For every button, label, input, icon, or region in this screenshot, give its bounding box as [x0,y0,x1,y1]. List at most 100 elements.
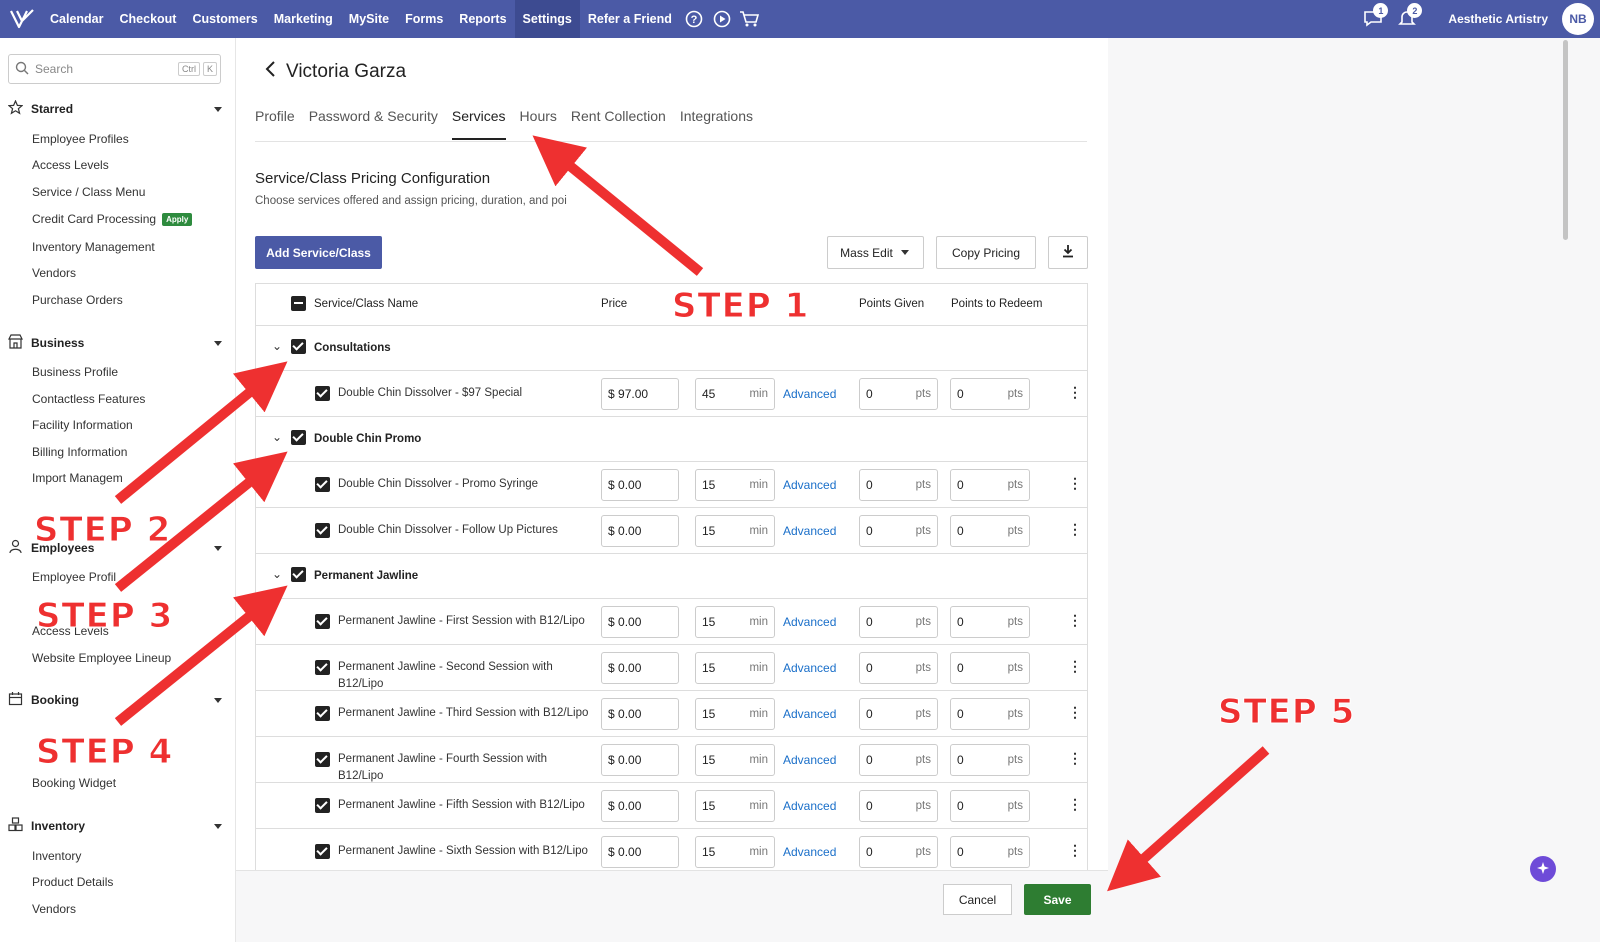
duration-input[interactable]: 15 min [695,790,775,822]
apply-badge[interactable]: Apply [162,213,193,227]
duration-input[interactable]: 15 min [695,652,775,684]
more-options-icon[interactable]: ⋮ [1068,384,1082,401]
tab-password-security[interactable]: Password & Security [309,108,438,140]
more-options-icon[interactable]: ⋮ [1068,796,1082,813]
nav-checkout[interactable]: Checkout [112,0,185,38]
cart-icon[interactable] [736,0,764,38]
price-input[interactable]: $ 0.00 [601,790,679,822]
service-checkbox[interactable] [315,386,330,401]
price-input[interactable]: $ 0.00 [601,836,679,868]
points-given-input[interactable]: 0 pts [859,606,938,638]
points-given-input[interactable]: 0 pts [859,515,938,547]
assistant-chat-button[interactable] [1530,856,1556,882]
select-all-checkbox[interactable] [291,296,306,311]
tab-services[interactable]: Services [451,108,506,140]
save-button[interactable]: Save [1024,884,1091,915]
service-checkbox[interactable] [315,844,330,859]
points-redeem-input[interactable]: 0 pts [950,378,1030,410]
points-given-input[interactable]: 0 pts [859,744,938,776]
points-redeem-input[interactable]: 0 pts [950,515,1030,547]
more-options-icon[interactable]: ⋮ [1068,750,1082,767]
download-button[interactable] [1048,236,1088,269]
tab-rent-collection[interactable]: Rent Collection [571,108,666,140]
mass-edit-dropdown[interactable]: Mass Edit [827,236,924,269]
section-starred[interactable]: Starred [7,99,224,119]
tab-profile[interactable]: Profile [255,108,295,140]
sidebar-item-employee-profiles-2[interactable]: Employee Profil [32,570,116,584]
sidebar-item-import-management[interactable]: Import Managem [32,471,123,485]
sidebar-item-credit-card-processing[interactable]: Credit Card Processing Apply [32,212,193,227]
advanced-link[interactable]: Advanced [783,615,836,629]
points-given-input[interactable]: 0 pts [859,378,938,410]
nav-forms[interactable]: Forms [397,0,451,38]
sidebar-item-inventory[interactable]: Inventory [32,849,81,863]
sidebar-item-vendors[interactable]: Vendors [32,266,76,280]
service-checkbox[interactable] [315,706,330,721]
back-arrow-icon[interactable] [264,60,276,84]
advanced-link[interactable]: Advanced [783,845,836,859]
more-options-icon[interactable]: ⋮ [1068,612,1082,629]
price-input[interactable]: $ 0.00 [601,698,679,730]
sidebar-item-facility-information[interactable]: Facility Information [32,418,133,432]
duration-input[interactable]: 15 min [695,744,775,776]
sidebar-item-billing-information[interactable]: Billing Information [32,445,127,459]
points-given-input[interactable]: 0 pts [859,836,938,868]
nav-marketing[interactable]: Marketing [266,0,341,38]
points-redeem-input[interactable]: 0 pts [950,790,1030,822]
service-checkbox[interactable] [315,752,330,767]
sidebar-item-website-employee-lineup[interactable]: Website Employee Lineup [32,651,171,665]
duration-input[interactable]: 15 min [695,836,775,868]
notifications-button[interactable]: 2 [1390,0,1424,38]
nav-refer-a-friend[interactable]: Refer a Friend [580,0,680,38]
more-options-icon[interactable]: ⋮ [1068,475,1082,492]
duration-input[interactable]: 15 min [695,606,775,638]
advanced-link[interactable]: Advanced [783,707,836,721]
messages-button[interactable]: 1 [1356,0,1390,38]
section-business[interactable]: Business [8,333,224,353]
duration-input[interactable]: 15 min [695,698,775,730]
nav-calendar[interactable]: Calendar [42,0,112,38]
price-input[interactable]: $ 0.00 [601,469,679,501]
points-given-input[interactable]: 0 pts [859,469,938,501]
price-input[interactable]: $ 0.00 [601,652,679,684]
points-given-input[interactable]: 0 pts [859,790,938,822]
section-booking[interactable]: Booking [8,690,224,710]
sidebar-item-product-details[interactable]: Product Details [32,875,113,889]
vagaro-logo-icon[interactable] [2,0,42,38]
sidebar-item-business-profile[interactable]: Business Profile [32,365,118,379]
sidebar-item-access-levels[interactable]: Access Levels [32,158,109,172]
points-redeem-input[interactable]: 0 pts [950,698,1030,730]
copy-pricing-button[interactable]: Copy Pricing [936,236,1036,269]
tab-hours[interactable]: Hours [520,108,557,140]
more-options-icon[interactable]: ⋮ [1068,842,1082,859]
group-checkbox[interactable] [291,567,306,582]
points-given-input[interactable]: 0 pts [859,652,938,684]
section-inventory[interactable]: Inventory [8,816,224,836]
nav-mysite[interactable]: MySite [341,0,397,38]
more-options-icon[interactable]: ⋮ [1068,658,1082,675]
group-checkbox[interactable] [291,430,306,445]
service-checkbox[interactable] [315,523,330,538]
sidebar-item-vendors-2[interactable]: Vendors [32,902,76,916]
advanced-link[interactable]: Advanced [783,753,836,767]
advanced-link[interactable]: Advanced [783,387,836,401]
advanced-link[interactable]: Advanced [783,478,836,492]
nav-settings[interactable]: Settings [514,0,580,38]
nav-customers[interactable]: Customers [184,0,265,38]
points-redeem-input[interactable]: 0 pts [950,469,1030,501]
help-icon[interactable]: ? [680,0,708,38]
advanced-link[interactable]: Advanced [783,524,836,538]
service-checkbox[interactable] [315,798,330,813]
price-input[interactable]: $ 0.00 [601,515,679,547]
more-options-icon[interactable]: ⋮ [1068,521,1082,538]
nav-reports[interactable]: Reports [451,0,514,38]
business-name[interactable]: Aesthetic Artistry [1448,12,1548,26]
service-checkbox[interactable] [315,477,330,492]
points-redeem-input[interactable]: 0 pts [950,744,1030,776]
chevron-down-icon[interactable]: ⌄ [272,567,282,581]
cancel-button[interactable]: Cancel [943,884,1012,915]
tab-integrations[interactable]: Integrations [680,108,753,140]
search-input[interactable]: Search Ctrl K [8,54,221,84]
points-redeem-input[interactable]: 0 pts [950,606,1030,638]
sidebar-item-booking-widget[interactable]: Booking Widget [32,776,116,790]
